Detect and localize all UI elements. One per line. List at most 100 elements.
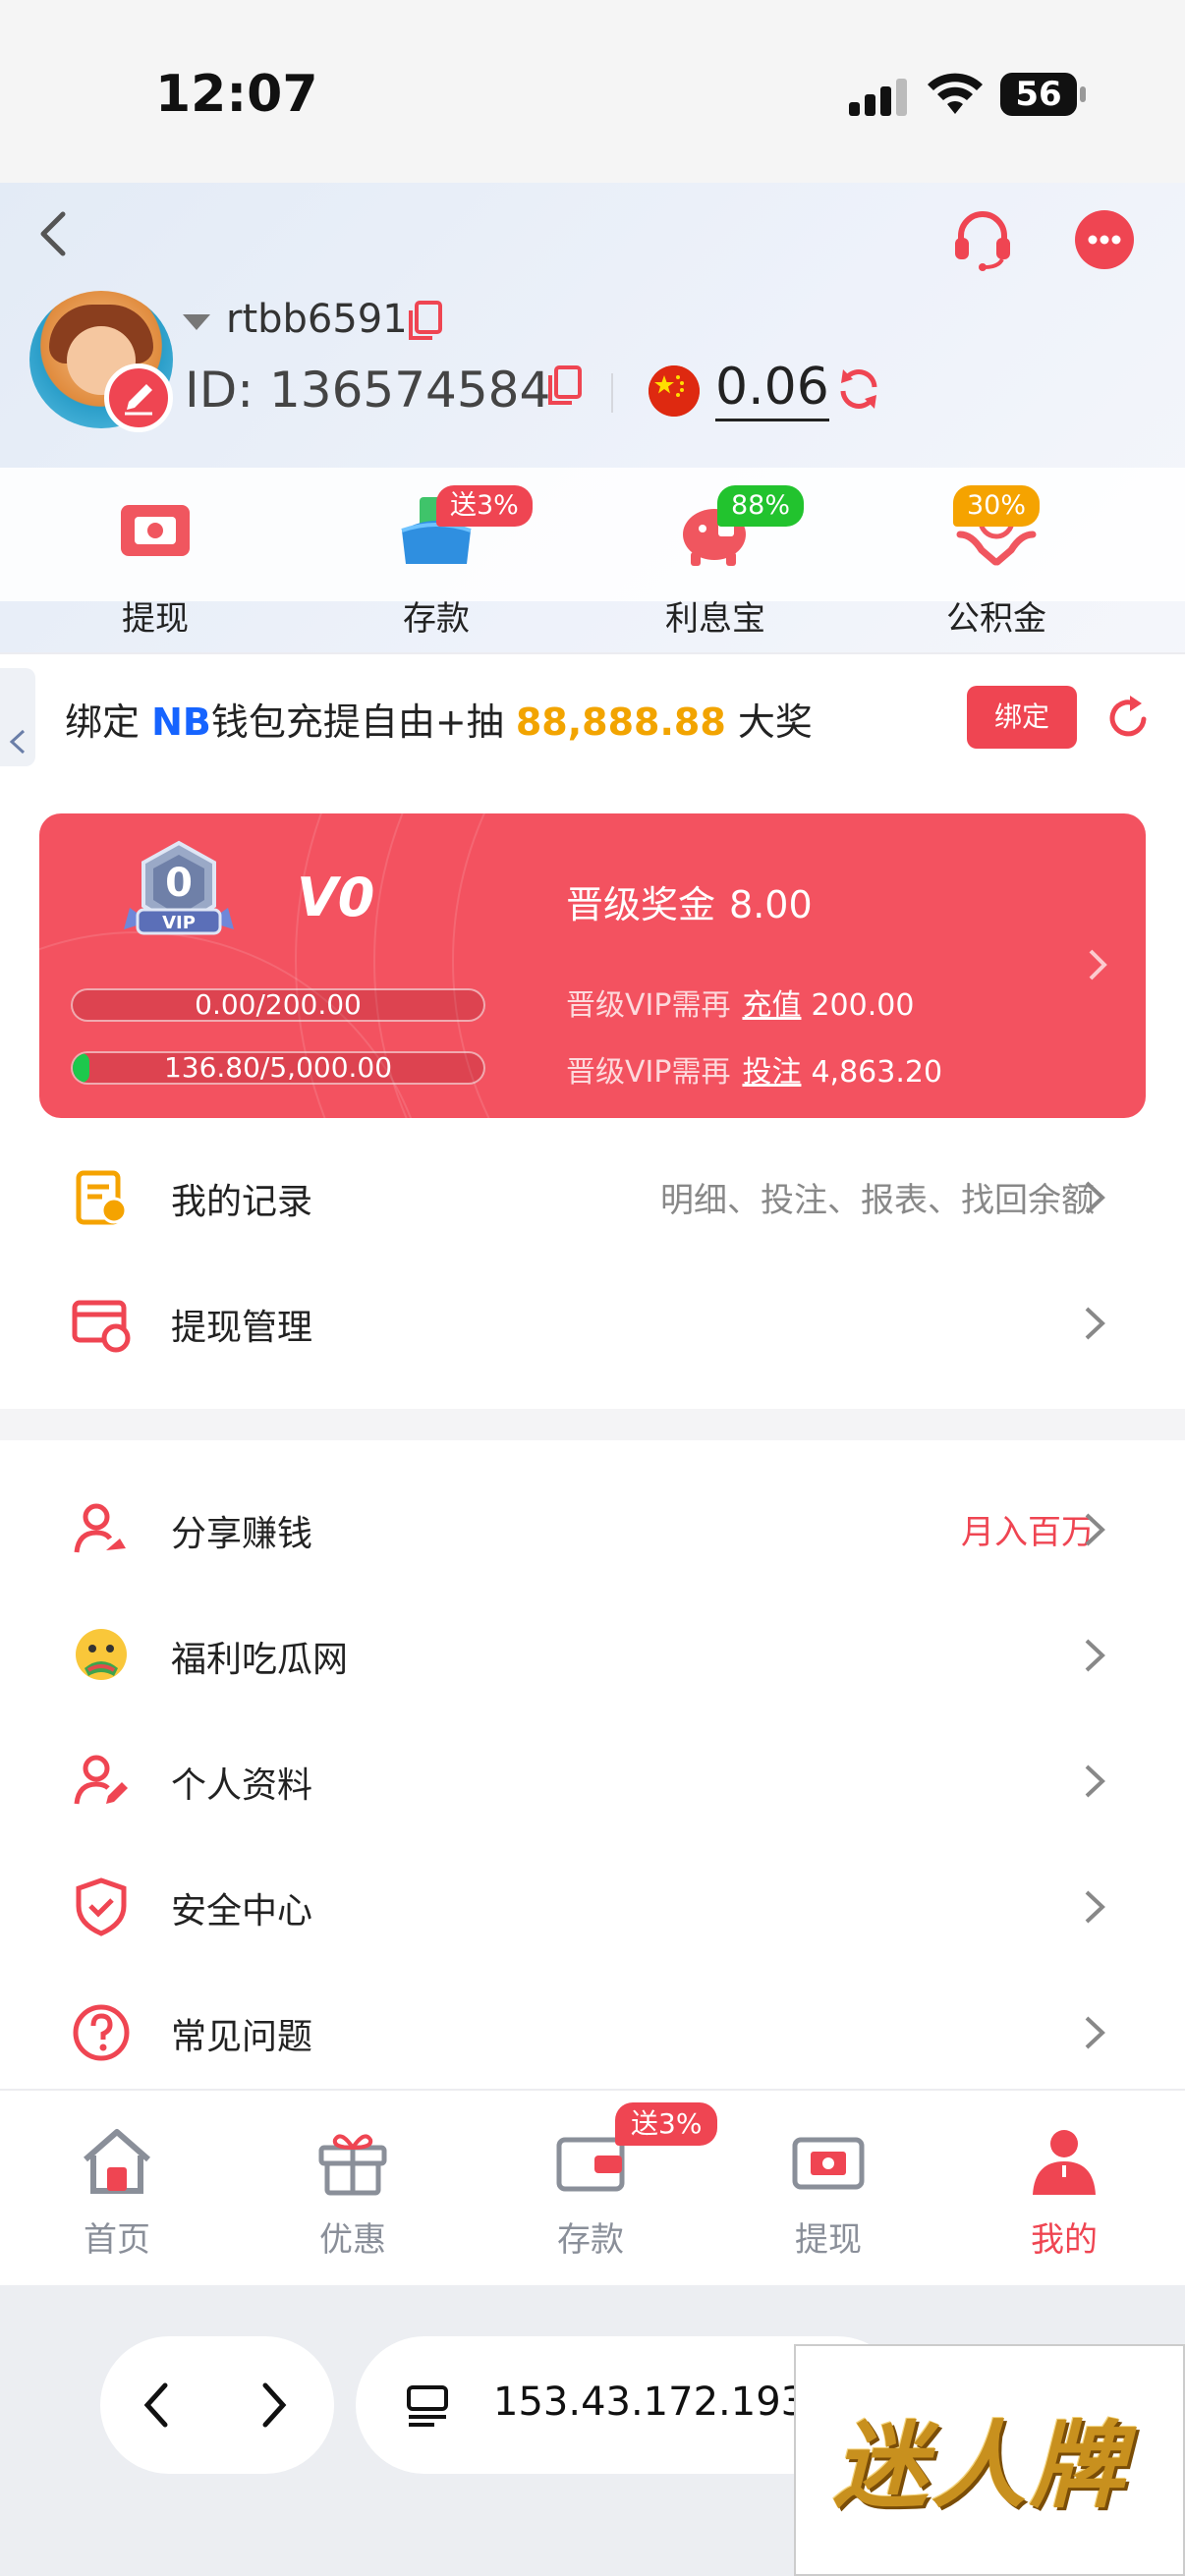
edit-avatar-icon[interactable] [104, 364, 173, 432]
vip-bet-value: 4,863.20 [811, 1055, 943, 1090]
bind-suffix: 大奖 [737, 700, 813, 744]
quick-action-label: 存款 [403, 599, 470, 639]
ad-banner-text: 迷人牌 [833, 2410, 1128, 2521]
status-time: 12:07 [155, 65, 318, 124]
tab-label: 优惠 [319, 2220, 386, 2260]
menu-label: 常见问题 [171, 2017, 313, 2057]
vip-level: V0 [297, 867, 375, 928]
menu-row-welfare-melon[interactable]: 福利吃瓜网 [0, 1592, 1185, 1717]
vip-bet-progress-fill [73, 1053, 89, 1083]
deposit-tab-badge: 送3% [615, 2102, 718, 2146]
browser-url: 153.43.172.193 [493, 2380, 807, 2425]
browser-nav-pill [100, 2336, 334, 2474]
refresh-icon[interactable] [1104, 694, 1154, 743]
divider [611, 373, 613, 413]
tab-label: 首页 [84, 2220, 150, 2260]
vip-bet-link[interactable]: 投注 [742, 1055, 801, 1090]
copy-id-icon[interactable] [544, 364, 584, 407]
melon-emoji-icon [76, 1629, 127, 1680]
deposit-bonus-badge: 送3% [436, 485, 533, 527]
account-dropdown-caret-icon[interactable] [183, 314, 210, 330]
tab-mine[interactable]: 我的 [990, 2126, 1138, 2261]
menu-row-faq[interactable]: 常见问题 [0, 1969, 1185, 2095]
browser-forward-icon[interactable] [254, 2380, 293, 2431]
chevron-right-icon [1085, 1181, 1105, 1214]
chevron-right-icon [1085, 1513, 1105, 1546]
question-icon [73, 2004, 130, 2061]
chevron-right-icon [1085, 2016, 1105, 2049]
menu-label: 提现管理 [171, 1308, 313, 1348]
tab-home[interactable]: 首页 [43, 2126, 191, 2261]
side-collapse-tab[interactable] [0, 668, 35, 766]
wifi-icon [928, 73, 983, 114]
message-bubble-icon[interactable] [1071, 206, 1138, 273]
menu-row-profile[interactable]: 个人资料 [0, 1717, 1185, 1843]
tab-deposit[interactable]: 存款 [517, 2126, 664, 2261]
browser-back-icon[interactable] [138, 2380, 177, 2431]
menu-label: 安全中心 [171, 1891, 313, 1932]
bind-middle: 钱包充提自由+抽 [210, 700, 504, 744]
withdraw-icon [121, 505, 190, 556]
records-icon [76, 1170, 128, 1225]
copy-username-icon[interactable] [405, 299, 444, 342]
menu-right-text: 月入百万 [961, 1513, 1095, 1552]
share-earn-icon [74, 1503, 126, 1553]
vip-recharge-progress-text: 0.00/200.00 [195, 988, 362, 1021]
menu-row-my-records[interactable]: 我的记录 明细、投注、报表、找回余额 [0, 1134, 1185, 1260]
china-flag-icon [649, 365, 700, 417]
customer-service-headset-icon[interactable] [949, 206, 1016, 273]
vip-chevron-right-icon[interactable] [1083, 945, 1112, 984]
chevron-left-icon [9, 729, 26, 755]
menu-label: 我的记录 [171, 1182, 313, 1222]
refresh-balance-icon[interactable] [835, 365, 882, 413]
person-icon [1033, 2130, 1096, 2195]
bind-wallet-text: 绑定 NB钱包充提自由+抽 88,888.88 大奖 [65, 692, 813, 746]
fund-rate-badge: 30% [953, 485, 1041, 527]
quick-action-withdraw[interactable]: 提现 [67, 491, 244, 640]
chevron-right-icon [1085, 1764, 1105, 1798]
profile-edit-icon [74, 1755, 128, 1805]
chevron-right-icon [1085, 1307, 1105, 1340]
quick-action-label: 利息宝 [665, 599, 765, 639]
vip-bet-progress-text: 136.80/5,000.00 [163, 1051, 393, 1084]
menu-right-text: 明细、投注、报表、找回余额 [660, 1181, 1095, 1220]
vip-recharge-need: 晋级VIP需再 充值 200.00 [566, 980, 914, 1024]
menu-label: 分享赚钱 [171, 1514, 313, 1554]
vip-need-prefix: 晋级VIP需再 [566, 1055, 731, 1090]
withdraw-ticket-icon [792, 2137, 865, 2190]
vip-bonus-label: 晋级奖金 [566, 883, 716, 926]
bind-prize-amount: 88,888.88 [515, 700, 726, 744]
bind-prefix: 绑定 [65, 700, 141, 744]
section-gap [0, 1409, 1185, 1440]
battery-icon: 56 [1000, 73, 1086, 116]
menu-label: 福利吃瓜网 [171, 1640, 349, 1680]
menu-row-security[interactable]: 安全中心 [0, 1843, 1185, 1969]
page-menu-icon[interactable] [403, 2381, 452, 2431]
back-arrow-icon[interactable] [28, 204, 77, 263]
chevron-right-icon [1085, 1890, 1105, 1924]
menu-label: 个人资料 [171, 1765, 313, 1806]
user-id: ID: 136574584 [185, 362, 551, 419]
bind-button[interactable]: 绑定 [967, 686, 1077, 749]
tab-promotions[interactable]: 优惠 [279, 2126, 426, 2261]
vip-recharge-progress: 0.00/200.00 [71, 988, 485, 1022]
status-bar: 12:07 56 [0, 0, 1185, 183]
vip-medal-number: 0 [165, 861, 193, 906]
vip-bet-need: 晋级VIP需再 投注 4,863.20 [566, 1047, 942, 1091]
vip-medal-icon: 0 VIP [124, 840, 234, 935]
tab-label: 存款 [557, 2220, 624, 2260]
tab-withdraw[interactable]: 提现 [755, 2126, 902, 2261]
vip-bet-progress: 136.80/5,000.00 [71, 1051, 485, 1085]
vip-need-prefix: 晋级VIP需再 [566, 988, 731, 1023]
wallet-balance: 0.06 [715, 358, 829, 421]
vip-recharge-value: 200.00 [811, 988, 915, 1023]
quick-action-label: 公积金 [946, 599, 1046, 639]
vip-medal-tag: VIP [162, 913, 196, 933]
menu-row-share-earn[interactable]: 分享赚钱 月入百万 [0, 1466, 1185, 1592]
menu-row-withdraw-manage[interactable]: 提现管理 [0, 1260, 1185, 1385]
vip-recharge-link[interactable]: 充值 [742, 988, 801, 1023]
gift-icon [318, 2134, 387, 2196]
home-icon [84, 2129, 150, 2194]
nb-wallet-logo: NB [151, 700, 211, 744]
username: rtbb6591 [226, 297, 408, 342]
